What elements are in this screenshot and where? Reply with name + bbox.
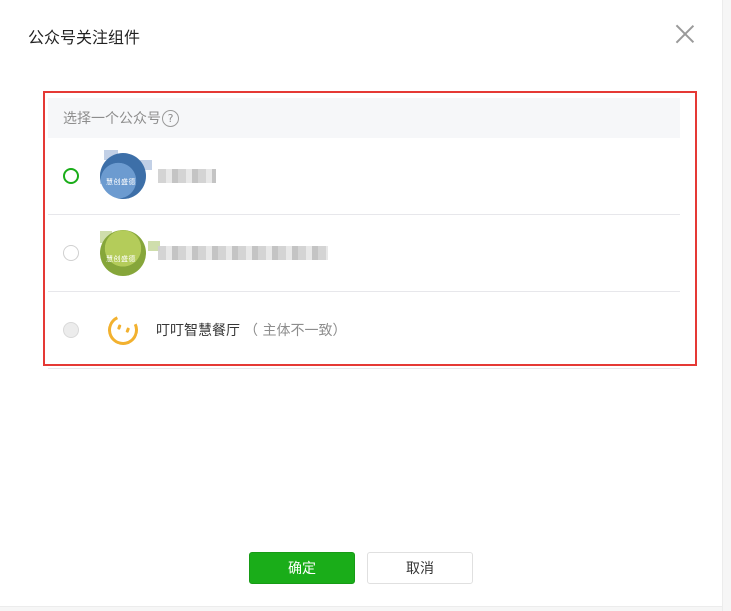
- dialog-title: 公众号关注组件: [28, 28, 141, 47]
- avatar-caption: 慧创盛德: [106, 255, 136, 263]
- account-list-panel: 选择一个公众号 ? 慧创盛德 慧创盛德 叮叮智慧餐厅 （ 主体不一致）: [48, 98, 680, 369]
- avatar: 慧创盛德: [100, 153, 146, 199]
- avatar-caption: 慧创盛德: [106, 178, 136, 186]
- avatar: 慧创盛德: [100, 230, 146, 276]
- help-icon[interactable]: ?: [162, 109, 179, 127]
- radio-button[interactable]: [63, 168, 79, 184]
- panel-header-label: 选择一个公众号: [63, 111, 161, 127]
- account-name-redacted: [158, 169, 216, 183]
- account-name-redacted: [158, 246, 328, 260]
- cancel-button[interactable]: 取消: [367, 552, 473, 584]
- account-row-1[interactable]: 慧创盛德: [48, 138, 680, 215]
- account-name: 叮叮智慧餐厅（ 主体不一致）: [156, 323, 347, 339]
- account-row-2[interactable]: 慧创盛德: [48, 215, 680, 292]
- radio-button[interactable]: [63, 245, 79, 261]
- follow-component-dialog: 公众号关注组件 选择一个公众号 ? 慧创盛德 慧创盛德 叮叮智慧餐厅 （ 主体不…: [0, 0, 722, 606]
- confirm-button[interactable]: 确定: [249, 552, 355, 584]
- background-gutter-right: [722, 0, 731, 611]
- radio-button: [63, 322, 79, 338]
- account-row-3: 叮叮智慧餐厅（ 主体不一致）: [48, 292, 680, 369]
- dingding-logo-icon: [103, 310, 143, 350]
- panel-header: 选择一个公众号 ?: [48, 98, 680, 138]
- close-icon[interactable]: [673, 22, 697, 46]
- account-note: （ 主体不一致）: [244, 323, 347, 339]
- background-gutter-bottom: [0, 606, 722, 611]
